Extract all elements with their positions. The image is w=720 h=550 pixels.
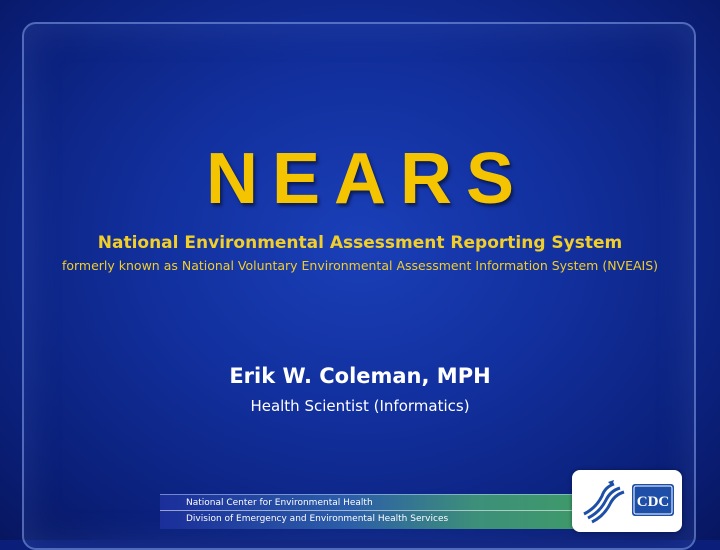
cdc-logo-text: CDC <box>637 494 670 510</box>
hhs-eagle-icon <box>583 480 625 524</box>
formerly-known-as: formerly known as National Voluntary Env… <box>61 258 659 273</box>
footer-divider <box>160 510 580 511</box>
slide-title: NEARS <box>205 139 529 219</box>
presenter-role: Health Scientist (Informatics) <box>250 397 470 415</box>
footer-center-name: National Center for Environmental Health <box>186 498 373 508</box>
slide-subtitle: National Environmental Assessment Report… <box>97 233 623 253</box>
footer-division-name: Division of Emergency and Environmental … <box>186 514 449 524</box>
presenter-name: Erik W. Coleman, MPH <box>229 364 491 388</box>
cdc-logo: CDC <box>632 484 674 516</box>
